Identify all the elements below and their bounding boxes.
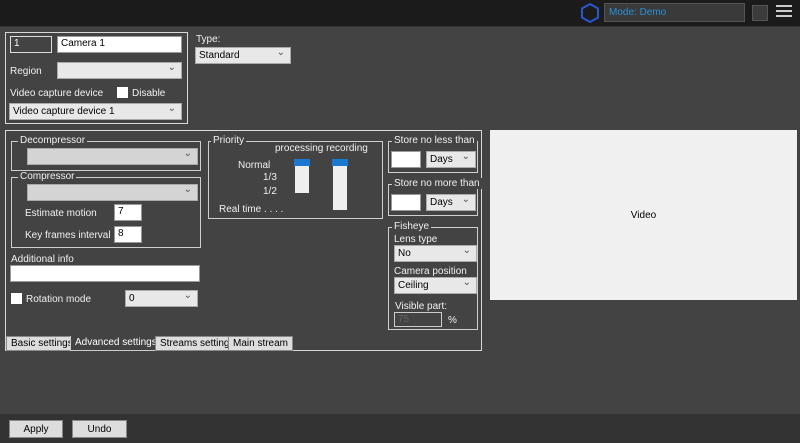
- additional-label: Additional info: [11, 254, 74, 265]
- rotation-select[interactable]: 0: [125, 290, 198, 307]
- compressor-label: Compressor: [18, 171, 77, 182]
- compressor-select[interactable]: [27, 184, 198, 201]
- level-normal: Normal: [238, 160, 271, 171]
- priority-label: Priority: [211, 135, 247, 146]
- estimate-field[interactable]: 7: [114, 204, 142, 221]
- keyframes-label: Key frames interval: [25, 230, 111, 241]
- tab-basic-settings[interactable]: Basic settings: [6, 336, 78, 351]
- type-select[interactable]: Standard: [195, 47, 291, 64]
- region-label: Region: [10, 66, 42, 77]
- undo-button[interactable]: Undo: [72, 420, 127, 438]
- camera-position-select[interactable]: Ceiling: [394, 277, 477, 294]
- tab-streams-settings[interactable]: Streams settings: [155, 336, 240, 351]
- store-min-label: Store no less than: [392, 135, 477, 146]
- mode-field[interactable]: Mode: Demo: [604, 3, 745, 22]
- recording-slider-thumb[interactable]: [332, 159, 348, 166]
- video-label: Video: [630, 209, 657, 221]
- decompressor-label: Decompressor: [18, 135, 88, 146]
- priority-header: processing recording: [275, 143, 368, 154]
- type-label: Type:: [196, 34, 221, 45]
- visible-field[interactable]: 75: [394, 312, 442, 327]
- menu-icon[interactable]: [776, 5, 792, 23]
- tab-advanced-settings[interactable]: Advanced settings: [70, 336, 162, 351]
- visible-label: Visible part:: [395, 301, 448, 312]
- decompressor-select[interactable]: [27, 148, 198, 165]
- disable-checkbox[interactable]: [117, 87, 128, 98]
- store-max-unit-select[interactable]: Days: [426, 194, 476, 211]
- store-min-field[interactable]: [391, 151, 421, 168]
- capture-label: Video capture device: [10, 88, 104, 99]
- processing-slider-thumb[interactable]: [294, 159, 310, 166]
- camera-id-field[interactable]: 1: [10, 36, 52, 53]
- visible-unit: %: [448, 315, 457, 326]
- level-half: 1/2: [263, 186, 277, 197]
- additional-field[interactable]: [10, 265, 200, 282]
- store-max-label: Store no more than: [392, 178, 482, 189]
- level-third: 1/3: [263, 172, 277, 183]
- rotation-label: Rotation mode: [26, 294, 92, 305]
- video-preview: Video: [490, 130, 797, 300]
- store-min-unit-select[interactable]: Days: [426, 151, 476, 168]
- camera-name-field[interactable]: Camera 1: [57, 36, 182, 53]
- lens-label: Lens type: [394, 234, 438, 245]
- capture-device-select[interactable]: Video capture device 1: [9, 103, 182, 120]
- disable-label: Disable: [132, 88, 166, 99]
- camera-position-label: Camera position: [394, 266, 467, 277]
- apply-button[interactable]: Apply: [9, 420, 63, 438]
- layout-grid-icon[interactable]: [752, 5, 768, 21]
- lens-select[interactable]: No: [394, 245, 477, 262]
- hexagon-logo-icon: [581, 3, 599, 23]
- store-max-field[interactable]: [391, 194, 421, 211]
- keyframes-field[interactable]: 8: [114, 226, 142, 243]
- tab-main-stream[interactable]: Main stream: [228, 336, 294, 351]
- recording-slider[interactable]: [333, 160, 347, 210]
- region-select[interactable]: [57, 62, 182, 79]
- fisheye-label: Fisheye: [392, 221, 432, 232]
- level-realtime: Real time . . . .: [219, 204, 284, 215]
- estimate-label: Estimate motion: [25, 208, 97, 219]
- rotation-checkbox[interactable]: [11, 293, 22, 304]
